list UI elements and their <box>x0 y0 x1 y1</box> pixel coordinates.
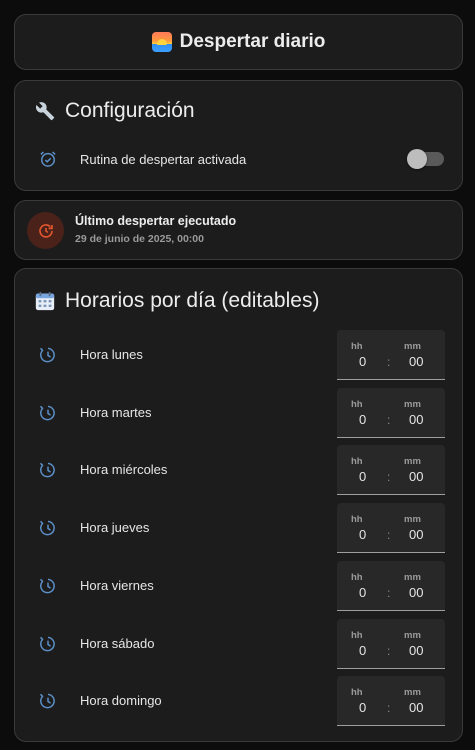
timer-icon <box>37 344 59 366</box>
time-input[interactable]: hh mm 0: 00 <box>337 330 445 380</box>
schedule-card: Horarios por día (editables) Hora lunes h… <box>14 268 463 742</box>
timer-icon <box>37 690 59 712</box>
day-label: Hora jueves <box>80 520 150 536</box>
minute-field[interactable]: 00 <box>409 354 423 369</box>
routine-label: Rutina de despertar activada <box>80 151 247 167</box>
hour-label: hh <box>351 456 363 468</box>
minute-field[interactable]: 00 <box>409 643 423 658</box>
minute-label: mm <box>404 571 421 583</box>
minute-label: mm <box>404 398 421 410</box>
minute-field[interactable]: 00 <box>409 585 423 600</box>
day-label: Hora sábado <box>80 635 155 651</box>
hour-label: hh <box>351 629 363 641</box>
hour-field[interactable]: 0 <box>359 469 366 484</box>
day-label: Hora domingo <box>80 693 162 709</box>
schedule-row: Hora lunes hh mm 0: 00 <box>15 330 462 380</box>
timer-icon <box>37 633 59 655</box>
time-input[interactable]: hh mm 0: 00 <box>337 560 445 611</box>
minute-field[interactable]: 00 <box>409 412 423 427</box>
timer-icon <box>37 402 59 424</box>
hour-field[interactable]: 0 <box>359 354 366 369</box>
alarm-check-icon <box>37 148 59 170</box>
routine-toggle[interactable] <box>407 149 444 169</box>
time-separator: : <box>387 412 391 427</box>
minute-label: mm <box>404 456 421 468</box>
history-icon <box>27 212 64 249</box>
schedule-title: Horarios por día (editables) <box>65 289 320 312</box>
last-wakeup-datetime: 29 de junio de 2025, 00:00 <box>75 233 204 245</box>
time-input[interactable]: hh mm 0: 00 <box>337 676 445 727</box>
page-title: Despertar diario <box>179 31 326 52</box>
day-label: Hora lunes <box>80 347 143 362</box>
config-card: Configuración Rutina de despertar activa… <box>14 80 463 191</box>
timer-icon <box>37 459 59 481</box>
schedule-section-title: Horarios por día (editables) <box>33 289 319 313</box>
time-separator: : <box>387 355 391 369</box>
last-wakeup-card[interactable]: Último despertar ejecutado 29 de junio d… <box>14 200 463 260</box>
hour-label: hh <box>351 571 363 583</box>
time-separator: : <box>387 585 391 600</box>
config-section-title: Configuración <box>33 99 195 123</box>
calendar-icon <box>33 289 57 313</box>
time-separator: : <box>387 470 391 485</box>
schedule-row: Hora viernes hh mm 0: 00 <box>15 560 462 611</box>
routine-row: Rutina de despertar activada <box>15 139 462 179</box>
timer-icon <box>37 575 59 597</box>
day-label: Hora viernes <box>80 577 154 593</box>
hour-label: hh <box>351 341 363 352</box>
schedule-row: Hora jueves hh mm 0: 00 <box>15 503 462 554</box>
header-card: Despertar diario <box>14 14 463 70</box>
time-input[interactable]: hh mm 0: 00 <box>337 618 445 669</box>
schedule-row: Hora martes hh mm 0: 00 <box>15 387 462 438</box>
config-title: Configuración <box>65 99 195 122</box>
toggle-knob <box>407 149 427 169</box>
minute-field[interactable]: 00 <box>409 700 423 715</box>
last-wakeup-title: Último despertar ejecutado <box>75 214 237 228</box>
time-input[interactable]: hh mm 0: 00 <box>337 387 445 438</box>
hour-field[interactable]: 0 <box>359 412 366 427</box>
day-label: Hora miércoles <box>80 462 168 478</box>
schedule-row: Hora miércoles hh mm 0: 00 <box>15 445 462 496</box>
minute-label: mm <box>404 629 421 641</box>
minute-label: mm <box>404 687 421 699</box>
time-separator: : <box>387 643 391 658</box>
timer-icon <box>37 517 59 539</box>
minute-field[interactable]: 00 <box>409 527 423 542</box>
time-input[interactable]: hh mm 0: 00 <box>337 445 445 496</box>
hour-field[interactable]: 0 <box>359 643 366 658</box>
minute-label: mm <box>404 514 421 526</box>
time-separator: : <box>387 528 391 543</box>
hour-field[interactable]: 0 <box>359 700 366 715</box>
time-separator: : <box>387 701 391 716</box>
hour-label: hh <box>351 687 363 699</box>
sunrise-icon <box>151 32 172 52</box>
hour-label: hh <box>351 514 363 526</box>
minute-field[interactable]: 00 <box>409 469 423 484</box>
hour-field[interactable]: 0 <box>359 585 366 600</box>
schedule-row: Hora domingo hh mm 0: 00 <box>15 676 462 727</box>
hour-field[interactable]: 0 <box>359 527 366 542</box>
schedule-row: Hora sábado hh mm 0: 00 <box>15 618 462 669</box>
day-label: Hora martes <box>80 404 152 420</box>
minute-label: mm <box>404 341 421 352</box>
time-input[interactable]: hh mm 0: 00 <box>337 503 445 554</box>
hour-label: hh <box>351 398 363 410</box>
wrench-icon <box>33 99 57 123</box>
